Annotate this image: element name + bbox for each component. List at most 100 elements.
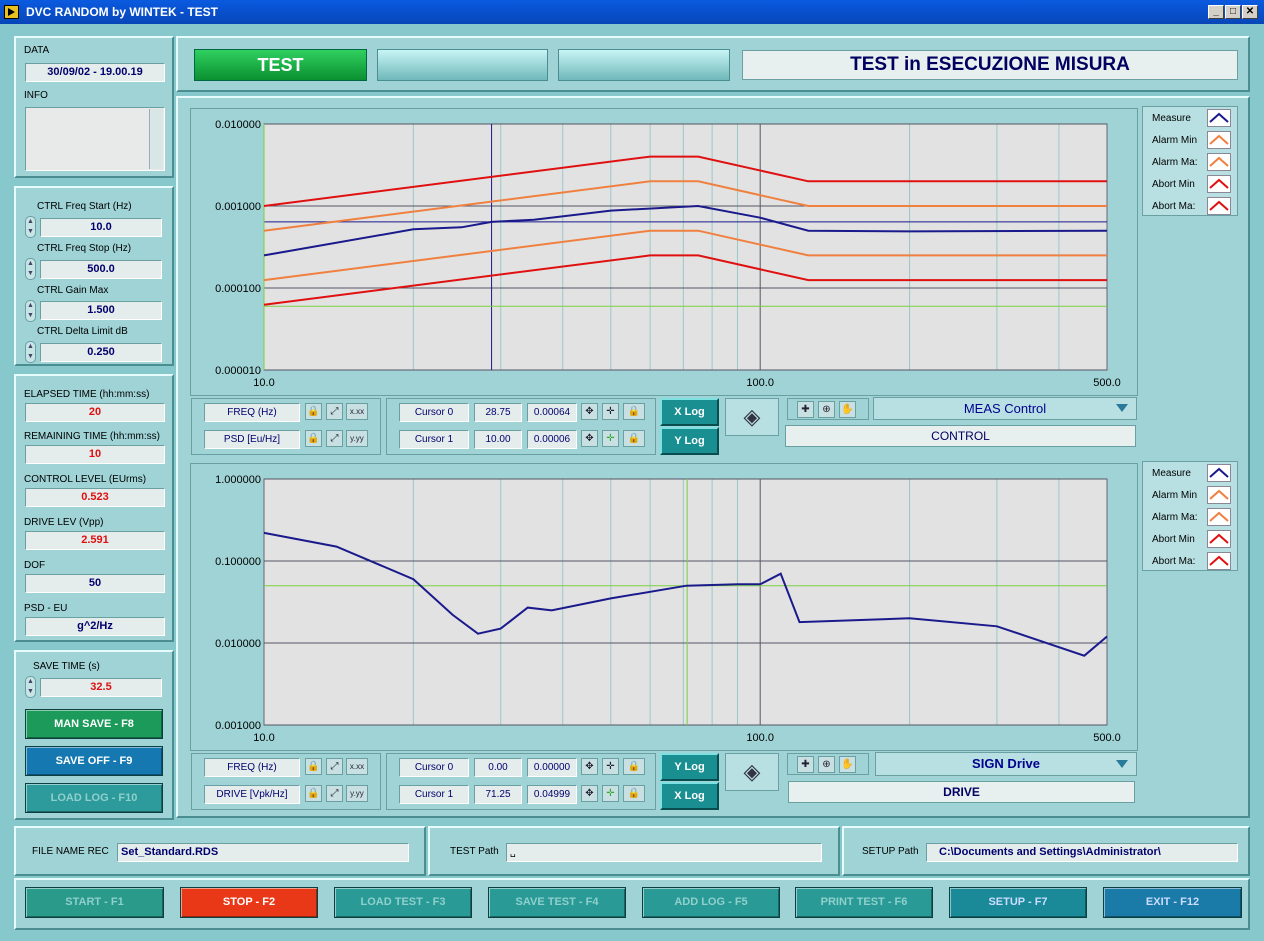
graph1-channel-name: CONTROL bbox=[785, 425, 1136, 447]
info-label: INFO bbox=[24, 90, 48, 101]
remaining-label: REMAINING TIME (hh:mm:ss) bbox=[24, 431, 160, 442]
graph1-legend-swatch[interactable] bbox=[1207, 131, 1231, 149]
ctrl-freq-stop-label: CTRL Freq Stop (Hz) bbox=[37, 243, 132, 254]
graph2-cursor0-move-icon[interactable]: ✥ bbox=[581, 758, 598, 775]
ctrl-freq-start-field[interactable]: 10.0 bbox=[40, 218, 162, 237]
graph2-y-format-icon[interactable]: y.yy bbox=[346, 785, 368, 802]
graph1-select-chevron-down-icon[interactable] bbox=[1116, 404, 1128, 412]
graph1-legend-swatch[interactable] bbox=[1207, 109, 1231, 127]
graph1-cursor0-style-icon[interactable]: ✛ bbox=[602, 403, 619, 420]
graph2-y-lock-icon[interactable]: 🔒 bbox=[305, 785, 322, 802]
graph1-y-format-icon[interactable]: y.yy bbox=[346, 430, 368, 447]
graph1-cursor1-lock-icon[interactable]: 🔒 bbox=[623, 430, 645, 447]
graph2-cursor0-style-icon[interactable]: ✛ bbox=[602, 758, 619, 775]
graph1-hand-icon[interactable]: ✋ bbox=[839, 401, 856, 418]
graph1-zoom-icon[interactable]: ⊕ bbox=[818, 401, 835, 418]
graph1-y-lock-icon[interactable]: 🔒 bbox=[305, 430, 322, 447]
meas-control-chart[interactable]: 0.010000 0.001000 0.000100 0.00001010.0 100.… bbox=[190, 108, 1138, 396]
graph2-x-autoscale-icon[interactable]: ⤢ bbox=[326, 758, 343, 775]
setup-path-field[interactable]: C:\Documents and Settings\Administrator\ bbox=[926, 843, 1238, 862]
window-titlebar: DVC RANDOM by WINTEK - TEST bbox=[0, 0, 1264, 24]
graph1-cursor1-style-icon[interactable]: ✛ bbox=[602, 430, 619, 447]
graph1-legend-swatch[interactable] bbox=[1207, 175, 1231, 193]
start-button[interactable]: START - F1 bbox=[25, 887, 164, 918]
graph2-x-axis-label: FREQ (Hz) bbox=[204, 758, 300, 777]
save-time-label: SAVE TIME (s) bbox=[33, 661, 100, 672]
graph2-pan-icon[interactable]: ◈ bbox=[725, 753, 779, 791]
graph2-signal-select[interactable]: SIGN Drive bbox=[875, 752, 1137, 776]
graph1-cursor0-lock-icon[interactable]: 🔒 bbox=[623, 403, 645, 420]
graph2-legend-swatch[interactable] bbox=[1207, 508, 1231, 526]
info-scrollbar[interactable] bbox=[149, 109, 163, 169]
file-name-field[interactable]: Set_Standard.RDS bbox=[117, 843, 409, 862]
graph1-x-autoscale-icon[interactable]: ⤢ bbox=[326, 403, 343, 420]
graph2-select-chevron-down-icon[interactable] bbox=[1116, 760, 1128, 768]
minimize-button[interactable]: _ bbox=[1208, 5, 1224, 19]
elapsed-value: 20 bbox=[25, 403, 165, 422]
graph2-legend-label: Abort Ma: bbox=[1152, 556, 1196, 567]
graph1-legend-swatch[interactable] bbox=[1207, 197, 1231, 215]
graph2-legend-swatch[interactable] bbox=[1207, 486, 1231, 504]
graph2-y-autoscale-icon[interactable]: ⤢ bbox=[326, 785, 343, 802]
graph2-x-lock-icon[interactable]: 🔒 bbox=[305, 758, 322, 775]
graph1-cursor1-move-icon[interactable]: ✥ bbox=[581, 430, 598, 447]
load-test-button[interactable]: LOAD TEST - F3 bbox=[334, 887, 472, 918]
exit-button[interactable]: EXIT - F12 bbox=[1103, 887, 1242, 918]
graph1-y-autoscale-icon[interactable]: ⤢ bbox=[326, 430, 343, 447]
ctrl-delta-stepper[interactable]: ▲ ▼ bbox=[25, 341, 36, 363]
graph1-cursor0-move-icon[interactable]: ✥ bbox=[581, 403, 598, 420]
graph2-legend-swatch[interactable] bbox=[1207, 552, 1231, 570]
file-name-panel: FILE NAME REC Set_Standard.RDS bbox=[14, 826, 426, 876]
graph1-ylog-button[interactable]: Y Log bbox=[660, 427, 719, 455]
save-time-stepper[interactable]: ▲ ▼ bbox=[25, 676, 36, 698]
graph1-y-tick-label: 0.000100 bbox=[215, 283, 261, 295]
graph1-x-lock-icon[interactable]: 🔒 bbox=[305, 403, 322, 420]
graph2-ylog-button[interactable]: Y Log bbox=[660, 753, 719, 781]
graph1-cursor1-name[interactable]: Cursor 1 bbox=[399, 430, 469, 449]
graph1-legend-label: Alarm Ma: bbox=[1152, 157, 1198, 168]
graph1-cursor1-y: 0.00006 bbox=[527, 430, 577, 449]
graph2-cursor1-lock-icon[interactable]: 🔒 bbox=[623, 785, 645, 802]
test-indicator: TEST bbox=[194, 49, 367, 81]
close-button[interactable]: ✕ bbox=[1242, 5, 1258, 19]
graph2-zoom-icon[interactable]: ⊕ bbox=[818, 756, 835, 773]
setup-button[interactable]: SETUP - F7 bbox=[949, 887, 1087, 918]
man-save-button[interactable]: MAN SAVE - F8 bbox=[25, 709, 163, 739]
graph2-cursor1-move-icon[interactable]: ✥ bbox=[581, 785, 598, 802]
graph2-cursor1-name[interactable]: Cursor 1 bbox=[399, 785, 469, 804]
graph1-x-format-icon[interactable]: x.xx bbox=[346, 403, 368, 420]
ctrl-freq-stop-field[interactable]: 500.0 bbox=[40, 260, 162, 279]
ctrl-delta-field[interactable]: 0.250 bbox=[40, 343, 162, 362]
graph1-cursor0-name[interactable]: Cursor 0 bbox=[399, 403, 469, 422]
graph2-legend-swatch[interactable] bbox=[1207, 530, 1231, 548]
ctrl-freq-start-stepper[interactable]: ▲ ▼ bbox=[25, 216, 36, 238]
graph1-pan-icon[interactable]: ◈ bbox=[725, 398, 779, 436]
graph1-crosshair-icon[interactable]: ✚ bbox=[797, 401, 814, 418]
ctrl-gain-max-stepper[interactable]: ▲ ▼ bbox=[25, 300, 36, 322]
info-textarea[interactable] bbox=[25, 107, 165, 171]
graph2-legend-swatch[interactable] bbox=[1207, 464, 1231, 482]
ctrl-gain-max-field[interactable]: 1.500 bbox=[40, 301, 162, 320]
graph2-xlog-button[interactable]: X Log bbox=[660, 782, 719, 810]
graph2-cursor1-style-icon[interactable]: ✛ bbox=[602, 785, 619, 802]
sign-drive-chart[interactable]: 1.000000 0.100000 0.010000 0.00100010.0 100.… bbox=[190, 463, 1138, 751]
test-path-field[interactable] bbox=[506, 843, 822, 862]
graph2-x-format-icon[interactable]: x.xx bbox=[346, 758, 368, 775]
add-log-button[interactable]: ADD LOG - F5 bbox=[642, 887, 780, 918]
stop-button[interactable]: STOP - F2 bbox=[180, 887, 318, 918]
graph2-cursor0-name[interactable]: Cursor 0 bbox=[399, 758, 469, 777]
ctrl-freq-stop-stepper[interactable]: ▲ ▼ bbox=[25, 258, 36, 280]
save-off-button[interactable]: SAVE OFF - F9 bbox=[25, 746, 163, 776]
load-log-button[interactable]: LOAD LOG - F10 bbox=[25, 783, 163, 813]
graph1-legend-swatch[interactable] bbox=[1207, 153, 1231, 171]
graph2-hand-icon[interactable]: ✋ bbox=[839, 756, 856, 773]
graph1-cursor0-x: 28.75 bbox=[474, 403, 522, 422]
maximize-button[interactable]: □ bbox=[1225, 5, 1241, 19]
print-test-button[interactable]: PRINT TEST - F6 bbox=[795, 887, 933, 918]
graph1-xlog-button[interactable]: X Log bbox=[660, 398, 719, 426]
graph1-measure-select[interactable]: MEAS Control bbox=[873, 397, 1137, 420]
graph2-crosshair-icon[interactable]: ✚ bbox=[797, 756, 814, 773]
save-test-button[interactable]: SAVE TEST - F4 bbox=[488, 887, 626, 918]
save-time-field[interactable]: 32.5 bbox=[40, 678, 162, 697]
graph2-cursor0-lock-icon[interactable]: 🔒 bbox=[623, 758, 645, 775]
